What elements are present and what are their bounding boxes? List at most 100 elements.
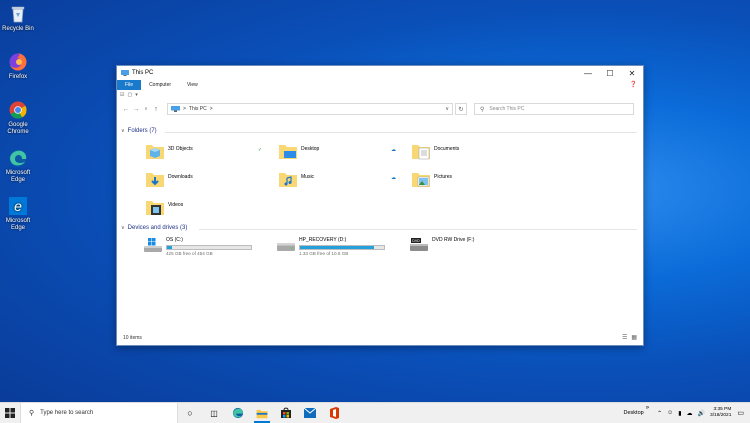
office-taskbar-button[interactable] [322, 403, 346, 423]
desktop-icon-chrome[interactable]: Google Chrome [1, 100, 35, 136]
recycle-bin-icon [8, 4, 28, 24]
svg-text:e: e [14, 198, 22, 214]
maximize-button[interactable]: ☐ [599, 66, 621, 80]
this-pc-icon [171, 106, 180, 112]
folder-downloads[interactable]: Downloads [145, 170, 193, 188]
folder-3d-objects[interactable]: 3D Objects [145, 142, 193, 160]
folder-label: Downloads [168, 174, 193, 180]
navigation-bar: ← → ∨ ↑ > This PC > ∨ ↻ ⚲ Search This PC [117, 100, 643, 118]
address-dropdown-icon[interactable]: ∨ [445, 106, 449, 112]
network-icon[interactable]: ☁ [687, 410, 693, 417]
desktop-toolbar-chevron-icon[interactable]: » [646, 405, 649, 411]
tab-computer[interactable]: Computer [141, 80, 179, 90]
search-box[interactable]: ⚲ Search This PC [474, 103, 634, 115]
drive-usage-bar [299, 245, 385, 250]
folder-label: Pictures [434, 174, 453, 180]
search-icon: ⚲ [480, 106, 485, 113]
file-explorer-window: This PC — ☐ ✕ File Computer View ❓ ☑ ▢ ▾… [116, 65, 644, 346]
task-view-button[interactable]: ◫ [202, 403, 226, 423]
folder-label: 3D Objects [168, 146, 193, 152]
desktop-icon-label: Microsoft Edge [5, 170, 31, 183]
desktop-icon-label: Microsoft Edge [5, 218, 31, 231]
clock[interactable]: 3:35 PM 3/18/2021 [710, 407, 731, 419]
drives-section-header[interactable]: ∨ Devices and drives (3) [121, 225, 187, 231]
3d-objects-folder-icon [146, 145, 164, 159]
mail-taskbar-button[interactable] [298, 403, 322, 423]
details-view-icon[interactable]: ☰ [622, 334, 627, 341]
folder-videos[interactable]: Videos [145, 198, 183, 216]
show-hidden-icons-icon[interactable]: ⌃ [657, 410, 662, 417]
downloads-folder-icon [146, 173, 164, 187]
folder-label: Desktop [301, 146, 320, 152]
videos-folder-icon [146, 201, 164, 215]
file-explorer-taskbar-button[interactable] [250, 403, 274, 423]
folders-section-header[interactable]: ∨ Folders (7) [121, 128, 157, 134]
documents-folder-icon [412, 145, 430, 160]
folder-label: Videos [168, 202, 184, 208]
customize-qat-icon[interactable]: ▾ [135, 92, 138, 98]
title-bar[interactable]: This PC — ☐ ✕ [117, 66, 643, 80]
forward-arrow-icon[interactable]: → [131, 106, 141, 113]
chevron-down-icon: ∨ [121, 225, 125, 231]
desktop-toolbar-label[interactable]: Desktop [624, 410, 644, 416]
office-icon [329, 407, 339, 419]
new-folder-icon[interactable]: ▢ [127, 92, 132, 98]
desktop-icon-recycle-bin[interactable]: Recycle Bin [1, 4, 35, 33]
clock-date: 3/18/2021 [710, 413, 732, 418]
chrome-icon [8, 100, 28, 120]
taskbar-search-box[interactable]: ⚲ Type here to search [20, 403, 178, 423]
drive-usage-fill [167, 246, 173, 249]
store-taskbar-button[interactable] [274, 403, 298, 423]
desktop-folder-icon [279, 145, 297, 159]
refresh-button[interactable]: ↻ [455, 103, 467, 115]
edge-icon [232, 407, 244, 419]
large-icons-view-icon[interactable]: ▦ [631, 334, 637, 341]
drive-name: DVD RW Drive (F:) [432, 237, 475, 243]
music-folder-icon [279, 173, 297, 187]
window-title: This PC [132, 70, 154, 76]
notifications-icon[interactable]: ▭ [737, 409, 744, 417]
folder-documents[interactable]: Documents [411, 142, 459, 160]
drive-usage-bar [166, 245, 252, 250]
cortana-icon: ○ [187, 408, 193, 418]
battery-icon[interactable]: ▮ [678, 410, 681, 417]
tab-view[interactable]: View [179, 80, 206, 90]
drive-c[interactable]: OS (C:) 425 GB free of 454 GB [143, 237, 252, 256]
tab-file[interactable]: File [117, 80, 142, 90]
recent-locations-icon[interactable]: ∨ [141, 106, 151, 112]
view-toggle: ☰ ▦ [622, 334, 637, 341]
close-button[interactable]: ✕ [621, 66, 643, 80]
minimize-button[interactable]: — [577, 66, 599, 80]
folder-desktop[interactable]: Desktop [278, 142, 319, 160]
up-arrow-icon[interactable]: ↑ [151, 106, 161, 113]
store-icon [281, 407, 291, 418]
desktop-icon-label: Recycle Bin [2, 26, 34, 32]
volume-icon[interactable]: 🔊 [698, 410, 705, 417]
cortana-button[interactable]: ○ [178, 403, 202, 423]
folder-pictures[interactable]: Pictures [411, 170, 452, 188]
desktop-icon-edge-legacy[interactable]: e Microsoft Edge [1, 196, 35, 232]
people-icon[interactable]: ☺ [667, 410, 673, 416]
address-bar[interactable]: > This PC > ∨ [167, 103, 453, 115]
chevron-down-icon: ∨ [121, 128, 125, 134]
drive-d[interactable]: HP_RECOVERY (D:) 1.33 GB free of 10.6 GB [276, 237, 385, 256]
task-view-icon: ◫ [210, 408, 218, 418]
folder-label: Music [301, 174, 315, 180]
back-arrow-icon[interactable]: ← [121, 106, 131, 113]
cloud-icon: ☁ [391, 175, 396, 181]
status-bar-item-count: 10 items [123, 335, 142, 341]
address-location[interactable]: This PC [189, 106, 207, 112]
help-icon[interactable]: ❓ [630, 81, 637, 88]
folder-music[interactable]: Music [278, 170, 314, 188]
properties-icon[interactable]: ☑ [120, 92, 124, 98]
start-button[interactable] [0, 403, 20, 423]
desktop-icon-edge[interactable]: Microsoft Edge [1, 148, 35, 184]
mail-icon [304, 408, 316, 418]
edge-taskbar-button[interactable] [226, 403, 250, 423]
desktop-icon-firefox[interactable]: Firefox [1, 52, 35, 81]
edge-legacy-icon: e [8, 196, 28, 216]
drive-f[interactable]: DVD DVD RW Drive (F:) [409, 237, 474, 253]
folder-label: Documents [434, 146, 460, 152]
firefox-icon [8, 52, 28, 72]
quick-access-toolbar: ☑ ▢ ▾ [117, 90, 643, 100]
